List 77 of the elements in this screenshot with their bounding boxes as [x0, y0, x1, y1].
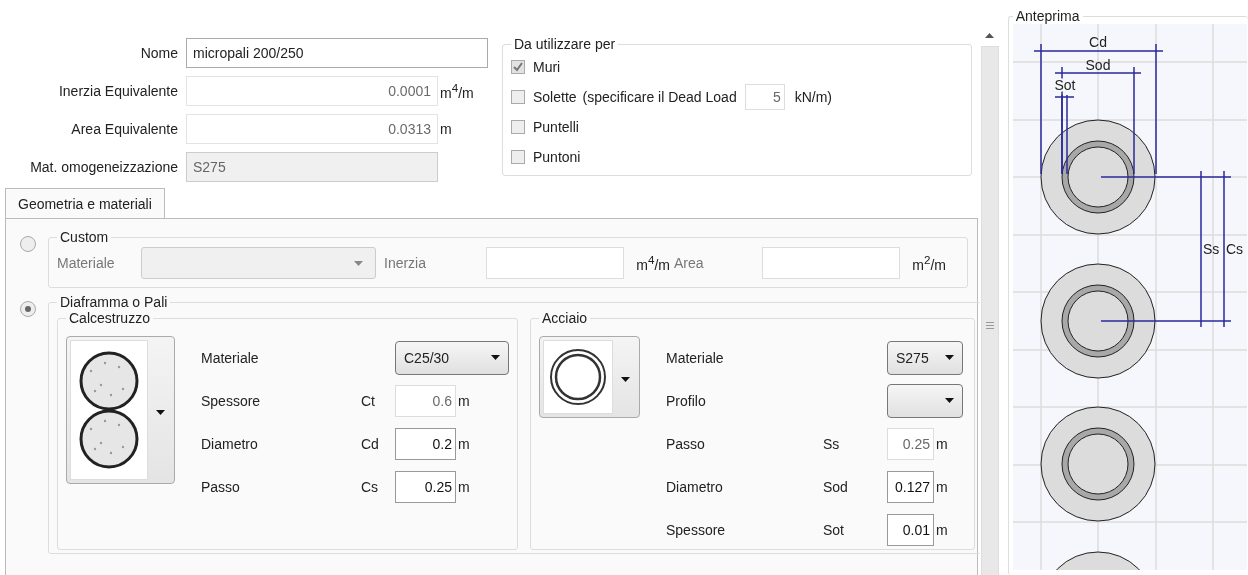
- checkbox-label: Muri: [533, 59, 561, 75]
- value-field[interactable]: 0.6: [395, 384, 456, 417]
- field-label: Materiale: [57, 255, 116, 271]
- note-label: (specificare il Dead Load: [582, 89, 737, 105]
- text-field[interactable]: 0.0313: [186, 114, 438, 144]
- unit-label: kN/m): [793, 89, 832, 105]
- caret-icon: [491, 355, 500, 360]
- radio-button[interactable]: [20, 236, 36, 252]
- value-field[interactable]: 0.01: [887, 513, 934, 546]
- unit-label: m: [457, 435, 471, 452]
- field-label: Diametro: [201, 435, 259, 452]
- unit-label: m: [935, 521, 949, 538]
- value-field[interactable]: 0.25: [887, 427, 934, 460]
- field-label: Inerzia Equivalente: [57, 83, 179, 99]
- caret-icon: [156, 410, 165, 415]
- symbol-label: Sod: [823, 478, 849, 495]
- value-field[interactable]: 0.2: [395, 427, 456, 460]
- dropdown[interactable]: [887, 383, 963, 418]
- field-label: Diametro: [666, 478, 724, 495]
- unit-label: m: [935, 435, 949, 452]
- caret-icon: [945, 355, 954, 360]
- unit-label: m$^{4}$/m: [635, 253, 670, 273]
- symbol-label: Ss: [823, 435, 841, 452]
- tab[interactable]: Geometria e materiali: [5, 188, 165, 218]
- caret-icon: [621, 377, 630, 382]
- unit-label: m: [935, 478, 949, 495]
- checkbox[interactable]: [511, 90, 525, 104]
- unit-label: m$^{2}$/m: [911, 253, 946, 273]
- section-picker[interactable]: [539, 336, 640, 418]
- field-label: Area Equivalente: [70, 121, 179, 137]
- field-label: Materiale: [201, 349, 260, 366]
- field-label: Area: [674, 255, 705, 271]
- group-title: Diaframma o Pali: [59, 294, 169, 310]
- field-label: Materiale: [666, 349, 725, 366]
- dropdown[interactable]: S275: [887, 340, 963, 375]
- ring-icon: [548, 347, 608, 407]
- group-title: Acciaio: [541, 311, 589, 326]
- field-label: Passo: [666, 435, 706, 452]
- symbol-label: Ct: [361, 392, 376, 409]
- caret-icon: [354, 261, 363, 266]
- area-field[interactable]: [762, 247, 900, 279]
- symbol-label: Cs: [361, 478, 380, 495]
- unit-label: m: [457, 478, 471, 495]
- checkbox[interactable]: [511, 120, 525, 134]
- dead-load-field[interactable]: 5: [744, 84, 785, 110]
- value-field[interactable]: 0.127: [887, 470, 934, 503]
- dropdown[interactable]: C25/30: [395, 340, 509, 375]
- unit-label: m$^{4}$/m: [439, 81, 475, 101]
- checkbox-label: Puntelli: [533, 119, 579, 135]
- field-label: Profilo: [666, 392, 707, 409]
- group-title: Custom: [59, 229, 110, 245]
- text-field[interactable]: micropali 200/250: [186, 38, 488, 68]
- grip-icon: [985, 322, 994, 329]
- field-label: Spessore: [201, 392, 262, 409]
- group-title: Da utilizzare per: [513, 36, 617, 52]
- section-picker[interactable]: [66, 336, 175, 484]
- field-label: Nome: [139, 45, 179, 61]
- unit-label: m: [439, 121, 453, 137]
- symbol-label: Sot: [823, 521, 845, 538]
- checkbox[interactable]: [511, 150, 525, 164]
- group-title: Calcestruzzo: [68, 311, 151, 326]
- caret-icon: [945, 398, 954, 403]
- field-label: Inerzia: [384, 255, 428, 271]
- field-label: Mat. omogeneizzazione: [29, 159, 179, 175]
- field-label: Spessore: [666, 521, 727, 538]
- field-label: Passo: [201, 478, 241, 495]
- material-dropdown[interactable]: [141, 247, 376, 279]
- inertia-field[interactable]: [486, 247, 624, 279]
- text-field[interactable]: 0.0001: [186, 76, 438, 106]
- unit-label: m: [457, 392, 471, 409]
- symbol-label: Cd: [361, 435, 380, 452]
- group-title: Anteprima: [1014, 8, 1081, 24]
- radio-button[interactable]: [20, 301, 36, 317]
- checkbox-label: Solette: [533, 89, 577, 105]
- scroll-up-icon[interactable]: [985, 33, 995, 38]
- checkbox-label: Puntoni: [533, 149, 581, 165]
- value-field[interactable]: 0.25: [395, 470, 456, 503]
